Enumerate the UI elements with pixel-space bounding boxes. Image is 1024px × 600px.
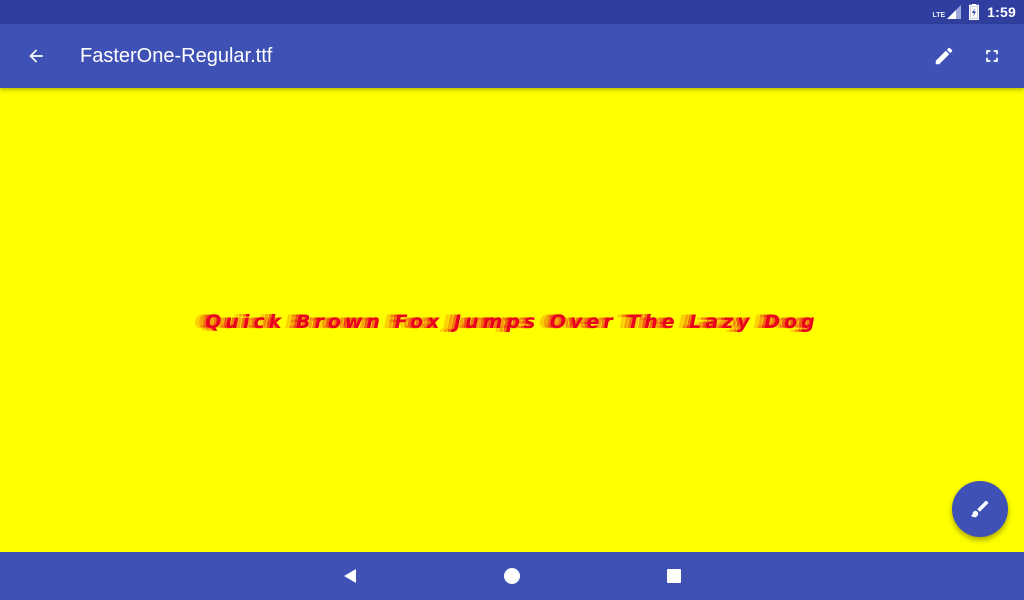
home-nav-icon xyxy=(504,568,520,584)
edit-button[interactable] xyxy=(920,32,968,80)
fullscreen-button[interactable] xyxy=(968,32,1016,80)
signal-icon xyxy=(947,5,962,19)
page-title: FasterOne-Regular.ttf xyxy=(80,44,273,67)
back-button[interactable] xyxy=(0,24,72,88)
nav-home-button[interactable] xyxy=(492,556,532,596)
app-bar-actions xyxy=(920,32,1016,80)
status-clock: 1:59 xyxy=(987,4,1016,20)
system-nav-bar xyxy=(0,552,1024,600)
font-sample-text: Quick Brown Fox Jumps Over The Lazy Dog xyxy=(205,311,819,333)
network-type-label: LTE xyxy=(932,12,946,19)
battery-charging-icon xyxy=(969,4,980,20)
app-bar: FasterOne-Regular.ttf xyxy=(0,24,1024,88)
nav-back-button[interactable] xyxy=(330,556,370,596)
battery-indicator xyxy=(969,4,980,20)
customize-style-fab[interactable] xyxy=(952,481,1008,537)
font-preview-area: Quick Brown Fox Jumps Over The Lazy Dog xyxy=(0,88,1024,552)
recents-nav-icon xyxy=(667,569,681,583)
status-bar: LTE 1:59 xyxy=(0,0,1024,24)
back-nav-icon xyxy=(344,569,356,583)
fullscreen-icon xyxy=(986,50,998,62)
nav-recents-button[interactable] xyxy=(654,556,694,596)
brush-icon xyxy=(970,500,989,518)
network-indicator: LTE xyxy=(932,5,962,19)
pencil-icon xyxy=(935,47,953,65)
arrow-back-icon xyxy=(29,49,43,63)
